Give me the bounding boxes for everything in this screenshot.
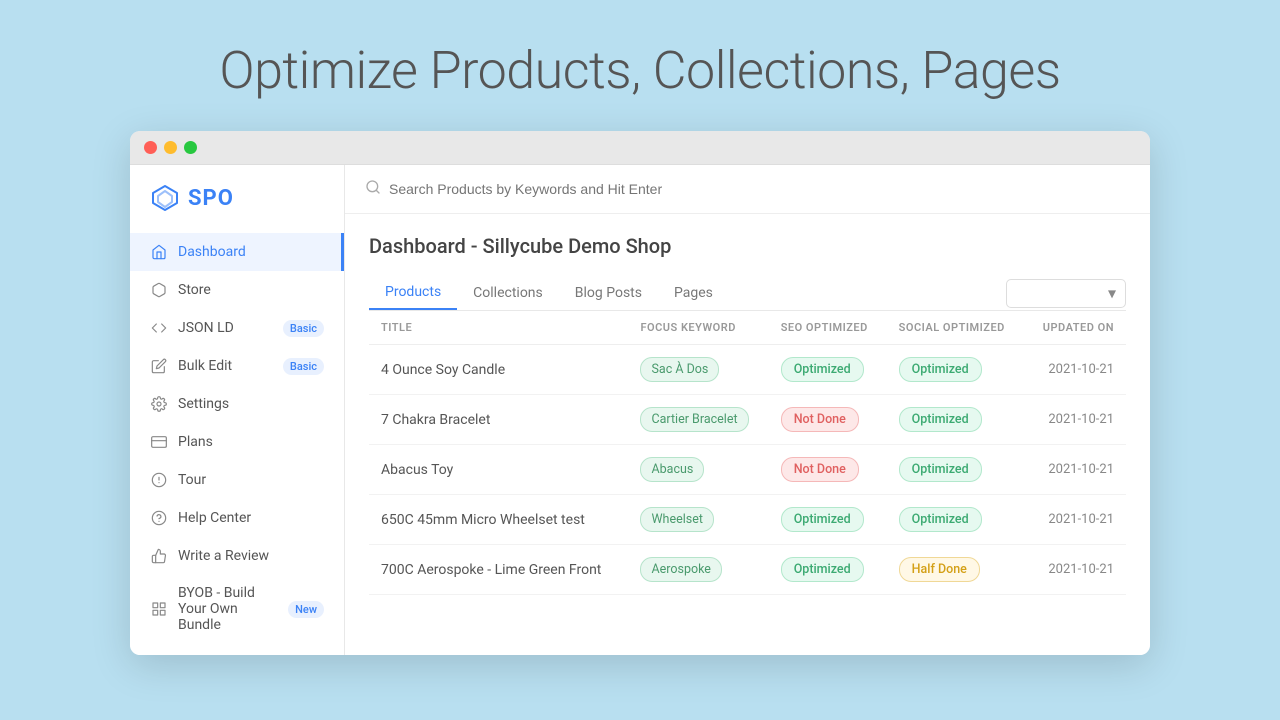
browser-window: SPO Dashboard Store <box>130 131 1150 655</box>
home-icon <box>150 243 168 261</box>
tab-products[interactable]: Products <box>369 276 457 310</box>
col-social-optimized: SOCIAL OPTIMIZED <box>887 311 1025 345</box>
cell-social-status: Half Done <box>887 545 1025 595</box>
tab-blog-posts[interactable]: Blog Posts <box>559 277 658 309</box>
cell-title: 7 Chakra Bracelet <box>369 395 628 445</box>
products-table: TITLE FOCUS KEYWORD SEO OPTIMIZED SOCIAL… <box>369 311 1126 595</box>
dashboard-title: Dashboard - Sillycube Demo Shop <box>369 234 1126 258</box>
grid-icon <box>150 600 168 618</box>
sidebar-item-settings[interactable]: Settings <box>130 385 344 423</box>
search-input[interactable] <box>389 181 1130 197</box>
tabs-row: Products Collections Blog Posts Pages Op… <box>369 276 1126 311</box>
table-row[interactable]: 650C 45mm Micro Wheelset test Wheelset O… <box>369 495 1126 545</box>
cell-seo-status: Not Done <box>769 395 887 445</box>
cell-focus-keyword: Abacus <box>628 445 768 495</box>
byob-badge: New <box>288 601 324 618</box>
spo-logo-icon <box>150 183 180 213</box>
tab-collections[interactable]: Collections <box>457 277 559 309</box>
cell-social-status: Optimized <box>887 345 1025 395</box>
sidebar-item-byob[interactable]: BYOB - Build Your Own Bundle New <box>130 575 344 643</box>
sidebar-item-settings-label: Settings <box>178 396 324 412</box>
table-row[interactable]: 4 Ounce Soy Candle Sac À Dos Optimized O… <box>369 345 1126 395</box>
edit-icon <box>150 357 168 375</box>
cell-seo-status: Not Done <box>769 445 887 495</box>
tab-pages[interactable]: Pages <box>658 277 729 309</box>
search-icon <box>365 179 381 199</box>
sidebar-item-dashboard[interactable]: Dashboard <box>130 233 344 271</box>
search-bar <box>345 165 1150 214</box>
sidebar-item-json-ld[interactable]: JSON LD Basic <box>130 309 344 347</box>
sidebar-nav: Dashboard Store JSON LD Basic <box>130 229 344 647</box>
sidebar-item-byob-label: BYOB - Build Your Own Bundle <box>178 585 278 633</box>
cell-seo-status: Optimized <box>769 545 887 595</box>
json-ld-badge: Basic <box>283 320 324 337</box>
cell-updated: 2021-10-21 <box>1025 445 1126 495</box>
sidebar-item-json-ld-label: JSON LD <box>178 320 273 336</box>
sidebar-item-write-review-label: Write a Review <box>178 548 324 564</box>
cell-focus-keyword: Sac À Dos <box>628 345 768 395</box>
sidebar-item-tour[interactable]: Tour <box>130 461 344 499</box>
browser-bar <box>130 131 1150 165</box>
cell-updated: 2021-10-21 <box>1025 495 1126 545</box>
cell-updated: 2021-10-21 <box>1025 545 1126 595</box>
sidebar-item-bulk-edit-label: Bulk Edit <box>178 358 273 374</box>
table-row[interactable]: 700C Aerospoke - Lime Green Front Aerosp… <box>369 545 1126 595</box>
cell-focus-keyword: Wheelset <box>628 495 768 545</box>
thumb-up-icon <box>150 547 168 565</box>
sidebar-item-plans[interactable]: Plans <box>130 423 344 461</box>
main-content: Dashboard - Sillycube Demo Shop Products… <box>345 165 1150 655</box>
window-minimize-dot[interactable] <box>164 141 177 154</box>
sidebar-item-bulk-edit[interactable]: Bulk Edit Basic <box>130 347 344 385</box>
sidebar-item-help-center-label: Help Center <box>178 510 324 526</box>
code-icon <box>150 319 168 337</box>
credit-card-icon <box>150 433 168 451</box>
content-area: Dashboard - Sillycube Demo Shop Products… <box>345 214 1150 655</box>
cell-social-status: Optimized <box>887 395 1025 445</box>
col-updated-on: UPDATED ON <box>1025 311 1126 345</box>
filter-select[interactable]: Optimized Not Done Half Done <box>1006 279 1126 308</box>
cell-social-status: Optimized <box>887 495 1025 545</box>
cell-title: 650C 45mm Micro Wheelset test <box>369 495 628 545</box>
cell-updated: 2021-10-21 <box>1025 345 1126 395</box>
sidebar-item-plans-label: Plans <box>178 434 324 450</box>
sidebar-item-write-review[interactable]: Write a Review <box>130 537 344 575</box>
table-row[interactable]: 7 Chakra Bracelet Cartier Bracelet Not D… <box>369 395 1126 445</box>
page-heading: Optimize Products, Collections, Pages <box>219 40 1060 101</box>
sidebar-item-store-label: Store <box>178 282 324 298</box>
window-maximize-dot[interactable] <box>184 141 197 154</box>
settings-icon <box>150 395 168 413</box>
cell-seo-status: Optimized <box>769 345 887 395</box>
sidebar-item-help-center[interactable]: Help Center <box>130 499 344 537</box>
help-icon <box>150 509 168 527</box>
app-layout: SPO Dashboard Store <box>130 165 1150 655</box>
sidebar: SPO Dashboard Store <box>130 165 345 655</box>
col-title: TITLE <box>369 311 628 345</box>
cell-seo-status: Optimized <box>769 495 887 545</box>
cell-title: 4 Ounce Soy Candle <box>369 345 628 395</box>
cell-focus-keyword: Aerospoke <box>628 545 768 595</box>
cell-focus-keyword: Cartier Bracelet <box>628 395 768 445</box>
window-close-dot[interactable] <box>144 141 157 154</box>
cell-social-status: Optimized <box>887 445 1025 495</box>
sidebar-logo-text: SPO <box>188 186 234 211</box>
sidebar-logo: SPO <box>130 165 344 229</box>
info-icon <box>150 471 168 489</box>
cell-updated: 2021-10-21 <box>1025 395 1126 445</box>
sidebar-item-dashboard-label: Dashboard <box>178 244 321 260</box>
sidebar-item-tour-label: Tour <box>178 472 324 488</box>
products-table-wrapper: TITLE FOCUS KEYWORD SEO OPTIMIZED SOCIAL… <box>369 311 1126 655</box>
box-icon <box>150 281 168 299</box>
filter-wrapper: Optimized Not Done Half Done <box>1006 279 1126 308</box>
table-row[interactable]: Abacus Toy Abacus Not Done Optimized 202… <box>369 445 1126 495</box>
bulk-edit-badge: Basic <box>283 358 324 375</box>
col-seo-optimized: SEO OPTIMIZED <box>769 311 887 345</box>
sidebar-item-store[interactable]: Store <box>130 271 344 309</box>
col-focus-keyword: FOCUS KEYWORD <box>628 311 768 345</box>
cell-title: 700C Aerospoke - Lime Green Front <box>369 545 628 595</box>
cell-title: Abacus Toy <box>369 445 628 495</box>
